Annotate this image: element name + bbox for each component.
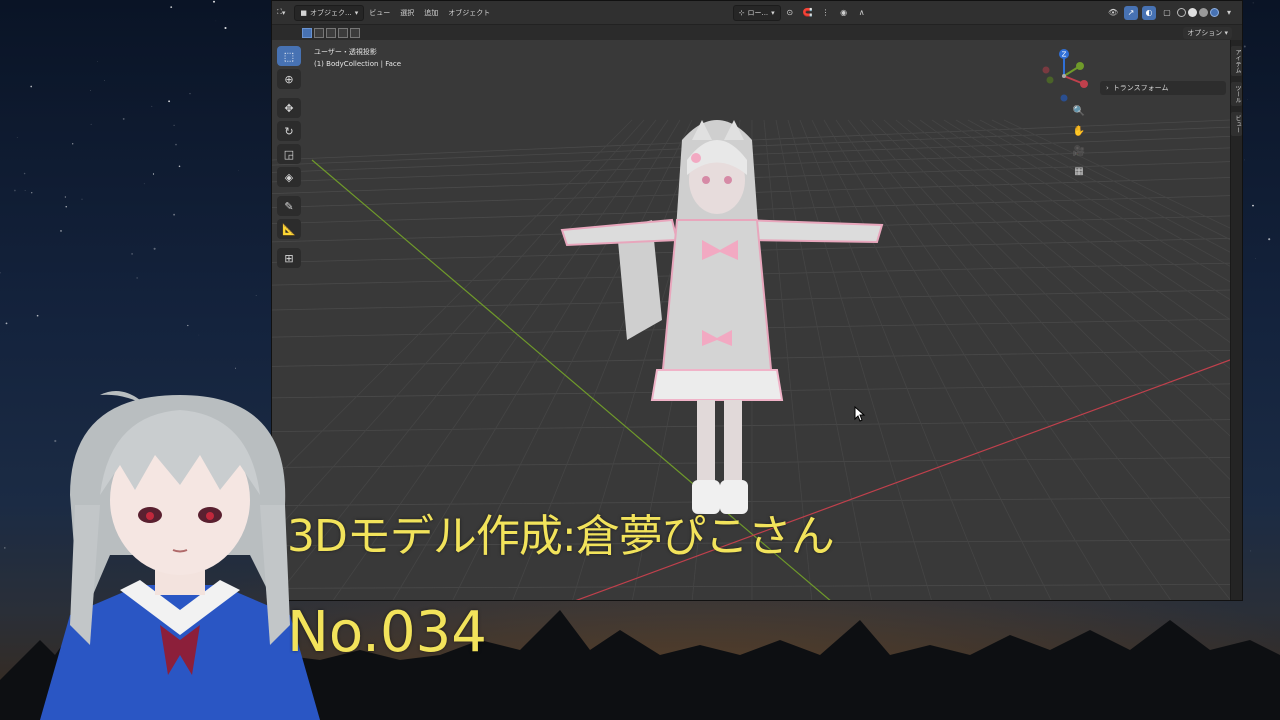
proportional-edit-icon[interactable]: ◉ <box>837 6 851 20</box>
view-name: ユーザー・透視投影 <box>314 48 377 56</box>
npanel-tab-strip: アイテム ツール ビュー <box>1230 40 1242 600</box>
menu-add[interactable]: 追加 <box>419 5 443 21</box>
xray-icon[interactable]: ▢ <box>1160 6 1174 20</box>
object-mode-icon: ■ <box>300 8 308 17</box>
tab-view[interactable]: ビュー <box>1231 112 1242 136</box>
overlay-toggle-icon[interactable]: ◐ <box>1142 5 1157 20</box>
material-shading-icon[interactable] <box>1199 8 1209 17</box>
tool-settings-bar: オプション ▾ <box>272 25 1242 40</box>
menu-object[interactable]: オブジェクト <box>443 5 495 21</box>
viewport-info: ユーザー・透視投影 (1) BodyCollection | Face <box>314 46 401 70</box>
menu-view[interactable]: ビュー <box>364 5 395 21</box>
chevron-right-icon: › <box>1106 84 1109 92</box>
tool-shelf: ⬚ ⊕ ✥ ↻ ◲ ◈ ✎ 📐 ⊞ <box>276 46 302 271</box>
shading-options-icon[interactable]: ▾ <box>1222 6 1236 20</box>
grid-toggle-icon[interactable]: ▦ <box>1070 162 1088 180</box>
chevron-down-icon: ▾ <box>354 8 359 17</box>
select-box-tool-icon[interactable]: ⬚ <box>277 46 301 66</box>
editor-type-button[interactable]: ⛶ ▾ <box>272 5 290 21</box>
gizmo-toggle-icon[interactable]: ↗ <box>1124 5 1139 20</box>
annotate-tool-icon[interactable]: ✎ <box>277 196 301 216</box>
select-mode-intersect-icon[interactable] <box>350 27 360 38</box>
navigation-gizmo[interactable]: Z <box>1034 46 1094 106</box>
zoom-icon[interactable]: 🔍 <box>1070 102 1088 120</box>
snap-icon[interactable]: 🧲 <box>801 6 815 20</box>
pan-hand-icon[interactable]: ✋ <box>1070 122 1088 140</box>
falloff-icon[interactable]: ∧ <box>855 6 869 20</box>
chevron-down-icon: ▾ <box>771 8 775 17</box>
rendered-shading-icon[interactable] <box>1210 8 1220 17</box>
select-mode-extend-icon[interactable] <box>314 27 324 38</box>
select-mode-new-icon[interactable] <box>302 27 312 38</box>
caption-title: 3Dモデル作成:倉夢ぴこさん <box>287 511 835 562</box>
transform-orientation-dropdown[interactable]: ⊹ ロー... ▾ <box>732 4 781 21</box>
mouse-cursor-icon <box>854 406 866 422</box>
viewport-navigation: 🔍 ✋ 🎥 ▦ <box>1070 102 1088 182</box>
character-model <box>560 120 884 514</box>
object-info: (1) BodyCollection | Face <box>314 60 402 68</box>
mode-dropdown[interactable]: ■ オブジェク... ▾ <box>294 4 365 21</box>
menu-select[interactable]: 選択 <box>395 5 419 21</box>
tab-tool[interactable]: ツール <box>1231 82 1242 106</box>
snap-target-icon[interactable]: ⋮ <box>819 6 833 20</box>
measure-tool-icon[interactable]: 📐 <box>277 219 301 239</box>
select-mode-subtract-icon[interactable] <box>326 27 336 38</box>
options-dropdown[interactable]: オプション ▾ <box>1183 27 1232 39</box>
pivot-icon[interactable]: ⊙ <box>783 6 797 20</box>
scale-tool-icon[interactable]: ◲ <box>277 144 301 164</box>
vtuber-avatar <box>40 391 320 720</box>
gizmo-z-label: Z <box>1062 51 1067 59</box>
wireframe-shading-icon[interactable] <box>1177 8 1187 17</box>
visibility-icon[interactable]: 👁 <box>1106 6 1120 20</box>
move-tool-icon[interactable]: ✥ <box>277 98 301 118</box>
transform-tool-icon[interactable]: ◈ <box>277 167 301 187</box>
rotate-tool-icon[interactable]: ↻ <box>277 121 301 141</box>
select-mode-difference-icon[interactable] <box>338 27 348 38</box>
add-cube-tool-icon[interactable]: ⊞ <box>277 248 301 268</box>
transform-panel-header[interactable]: › トランスフォーム <box>1100 81 1226 95</box>
cursor-tool-icon[interactable]: ⊕ <box>277 69 301 89</box>
viewport-icon: ⛶ <box>277 8 282 16</box>
orientation-icon: ⊹ <box>738 8 745 17</box>
viewport-header: ⛶ ▾ ■ オブジェク... ▾ ビュー 選択 追加 オブジェクト ⊹ ロー...… <box>272 1 1242 25</box>
caption-number: No.034 <box>287 600 487 665</box>
tab-item[interactable]: アイテム <box>1231 46 1242 76</box>
camera-icon[interactable]: 🎥 <box>1070 142 1088 160</box>
solid-shading-icon[interactable] <box>1188 8 1198 17</box>
